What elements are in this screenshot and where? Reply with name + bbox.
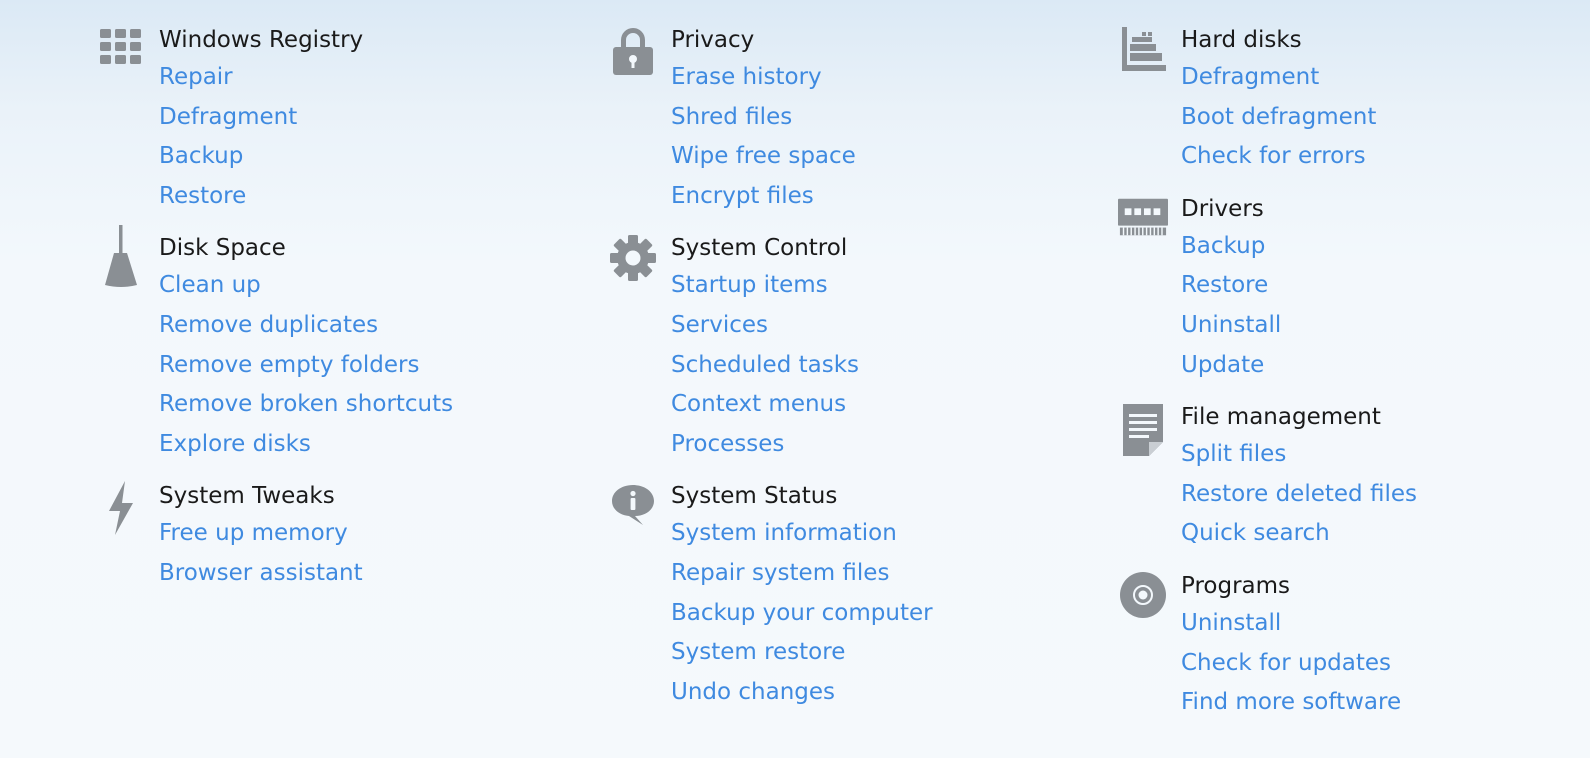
section-system-tweaks: System Tweaks Free up memory Browser ass… xyxy=(96,478,556,593)
tools-column-1: Windows Registry Repair Defragment Backu… xyxy=(96,22,556,608)
link-registry-defragment[interactable]: Defragment xyxy=(159,98,556,138)
section-title-programs: Programs xyxy=(1181,572,1291,599)
section-title-hard-disks: Hard disks xyxy=(1181,27,1302,53)
tools-column-2: Privacy Erase history Shred files Wipe f… xyxy=(608,22,1068,726)
link-hdd-check-for-errors[interactable]: Check for errors xyxy=(1181,137,1578,177)
link-programs-uninstall[interactable]: Uninstall xyxy=(1181,604,1578,644)
section-windows-registry: Windows Registry Repair Defragment Backu… xyxy=(96,22,556,216)
lightning-icon xyxy=(96,481,146,536)
section-title-system-control: System Control xyxy=(671,235,848,262)
link-drivers-update[interactable]: Update xyxy=(1181,346,1578,386)
link-privacy-erase-history[interactable]: Erase history xyxy=(671,58,1068,98)
link-privacy-encrypt-files[interactable]: Encrypt files xyxy=(671,177,1068,217)
section-title-system-status: System Status xyxy=(671,483,838,510)
section-privacy: Privacy Erase history Shred files Wipe f… xyxy=(608,22,1068,216)
link-files-split-files[interactable]: Split files xyxy=(1181,435,1578,475)
link-hdd-boot-defragment[interactable]: Boot defragment xyxy=(1181,98,1578,138)
link-programs-check-for-updates[interactable]: Check for updates xyxy=(1181,644,1578,684)
link-programs-find-more-software[interactable]: Find more software xyxy=(1181,683,1578,723)
memory-chip-icon xyxy=(1118,194,1168,246)
link-status-backup-your-computer[interactable]: Backup your computer xyxy=(671,594,1068,634)
lock-icon xyxy=(608,25,658,77)
link-tweaks-free-up-memory[interactable]: Free up memory xyxy=(159,514,556,554)
grid-icon xyxy=(96,25,146,77)
link-files-quick-search[interactable]: Quick search xyxy=(1181,514,1578,554)
link-hdd-defragment[interactable]: Defragment xyxy=(1181,58,1578,98)
link-disk-remove-duplicates[interactable]: Remove duplicates xyxy=(159,306,556,346)
section-disk-space: Disk Space Clean up Remove duplicates Re… xyxy=(96,225,556,465)
broom-icon xyxy=(96,225,146,288)
info-bubble-icon xyxy=(608,481,658,533)
section-system-control: System Control Startup items Services Sc… xyxy=(608,230,1068,464)
link-privacy-wipe-free-space[interactable]: Wipe free space xyxy=(671,137,1068,177)
gear-icon xyxy=(608,233,658,285)
section-title-system-tweaks: System Tweaks xyxy=(159,483,335,510)
link-registry-repair[interactable]: Repair xyxy=(159,58,556,98)
link-disk-remove-empty-folders[interactable]: Remove empty folders xyxy=(159,346,556,386)
link-status-repair-system-files[interactable]: Repair system files xyxy=(671,554,1068,594)
link-control-context-menus[interactable]: Context menus xyxy=(671,385,1068,425)
section-title-privacy: Privacy xyxy=(671,27,755,53)
link-drivers-uninstall[interactable]: Uninstall xyxy=(1181,306,1578,346)
link-files-restore-deleted-files[interactable]: Restore deleted files xyxy=(1181,475,1578,515)
tools-column-3: Hard disks Defragment Boot defragment Ch… xyxy=(1118,22,1578,737)
disc-icon xyxy=(1118,571,1168,623)
link-registry-backup[interactable]: Backup xyxy=(159,137,556,177)
section-drivers: Drivers Backup Restore Uninstall Update xyxy=(1118,191,1578,385)
link-tweaks-browser-assistant[interactable]: Browser assistant xyxy=(159,554,556,594)
section-title-file-management: File management xyxy=(1181,404,1381,431)
hard-disk-icon xyxy=(1118,25,1168,77)
link-drivers-restore[interactable]: Restore xyxy=(1181,266,1578,306)
link-disk-explore-disks[interactable]: Explore disks xyxy=(159,425,556,465)
link-disk-clean-up[interactable]: Clean up xyxy=(159,266,556,306)
document-icon xyxy=(1118,402,1168,457)
link-status-system-information[interactable]: System information xyxy=(671,514,1068,554)
link-drivers-backup[interactable]: Backup xyxy=(1181,227,1578,267)
link-control-processes[interactable]: Processes xyxy=(671,425,1068,465)
section-title-windows-registry: Windows Registry xyxy=(159,27,364,53)
link-control-scheduled-tasks[interactable]: Scheduled tasks xyxy=(671,346,1068,386)
section-title-drivers: Drivers xyxy=(1181,195,1264,222)
link-control-startup-items[interactable]: Startup items xyxy=(671,266,1068,306)
link-disk-remove-broken-shortcuts[interactable]: Remove broken shortcuts xyxy=(159,385,556,425)
link-privacy-shred-files[interactable]: Shred files xyxy=(671,98,1068,138)
link-registry-restore[interactable]: Restore xyxy=(159,177,556,217)
link-status-undo-changes[interactable]: Undo changes xyxy=(671,673,1068,713)
link-status-system-restore[interactable]: System restore xyxy=(671,633,1068,673)
section-system-status: System Status System information Repair … xyxy=(608,478,1068,712)
link-control-services[interactable]: Services xyxy=(671,306,1068,346)
section-programs: Programs Uninstall Check for updates Fin… xyxy=(1118,568,1578,723)
section-hard-disks: Hard disks Defragment Boot defragment Ch… xyxy=(1118,22,1578,177)
section-file-management: File management Split files Restore dele… xyxy=(1118,399,1578,554)
section-title-disk-space: Disk Space xyxy=(159,235,286,262)
